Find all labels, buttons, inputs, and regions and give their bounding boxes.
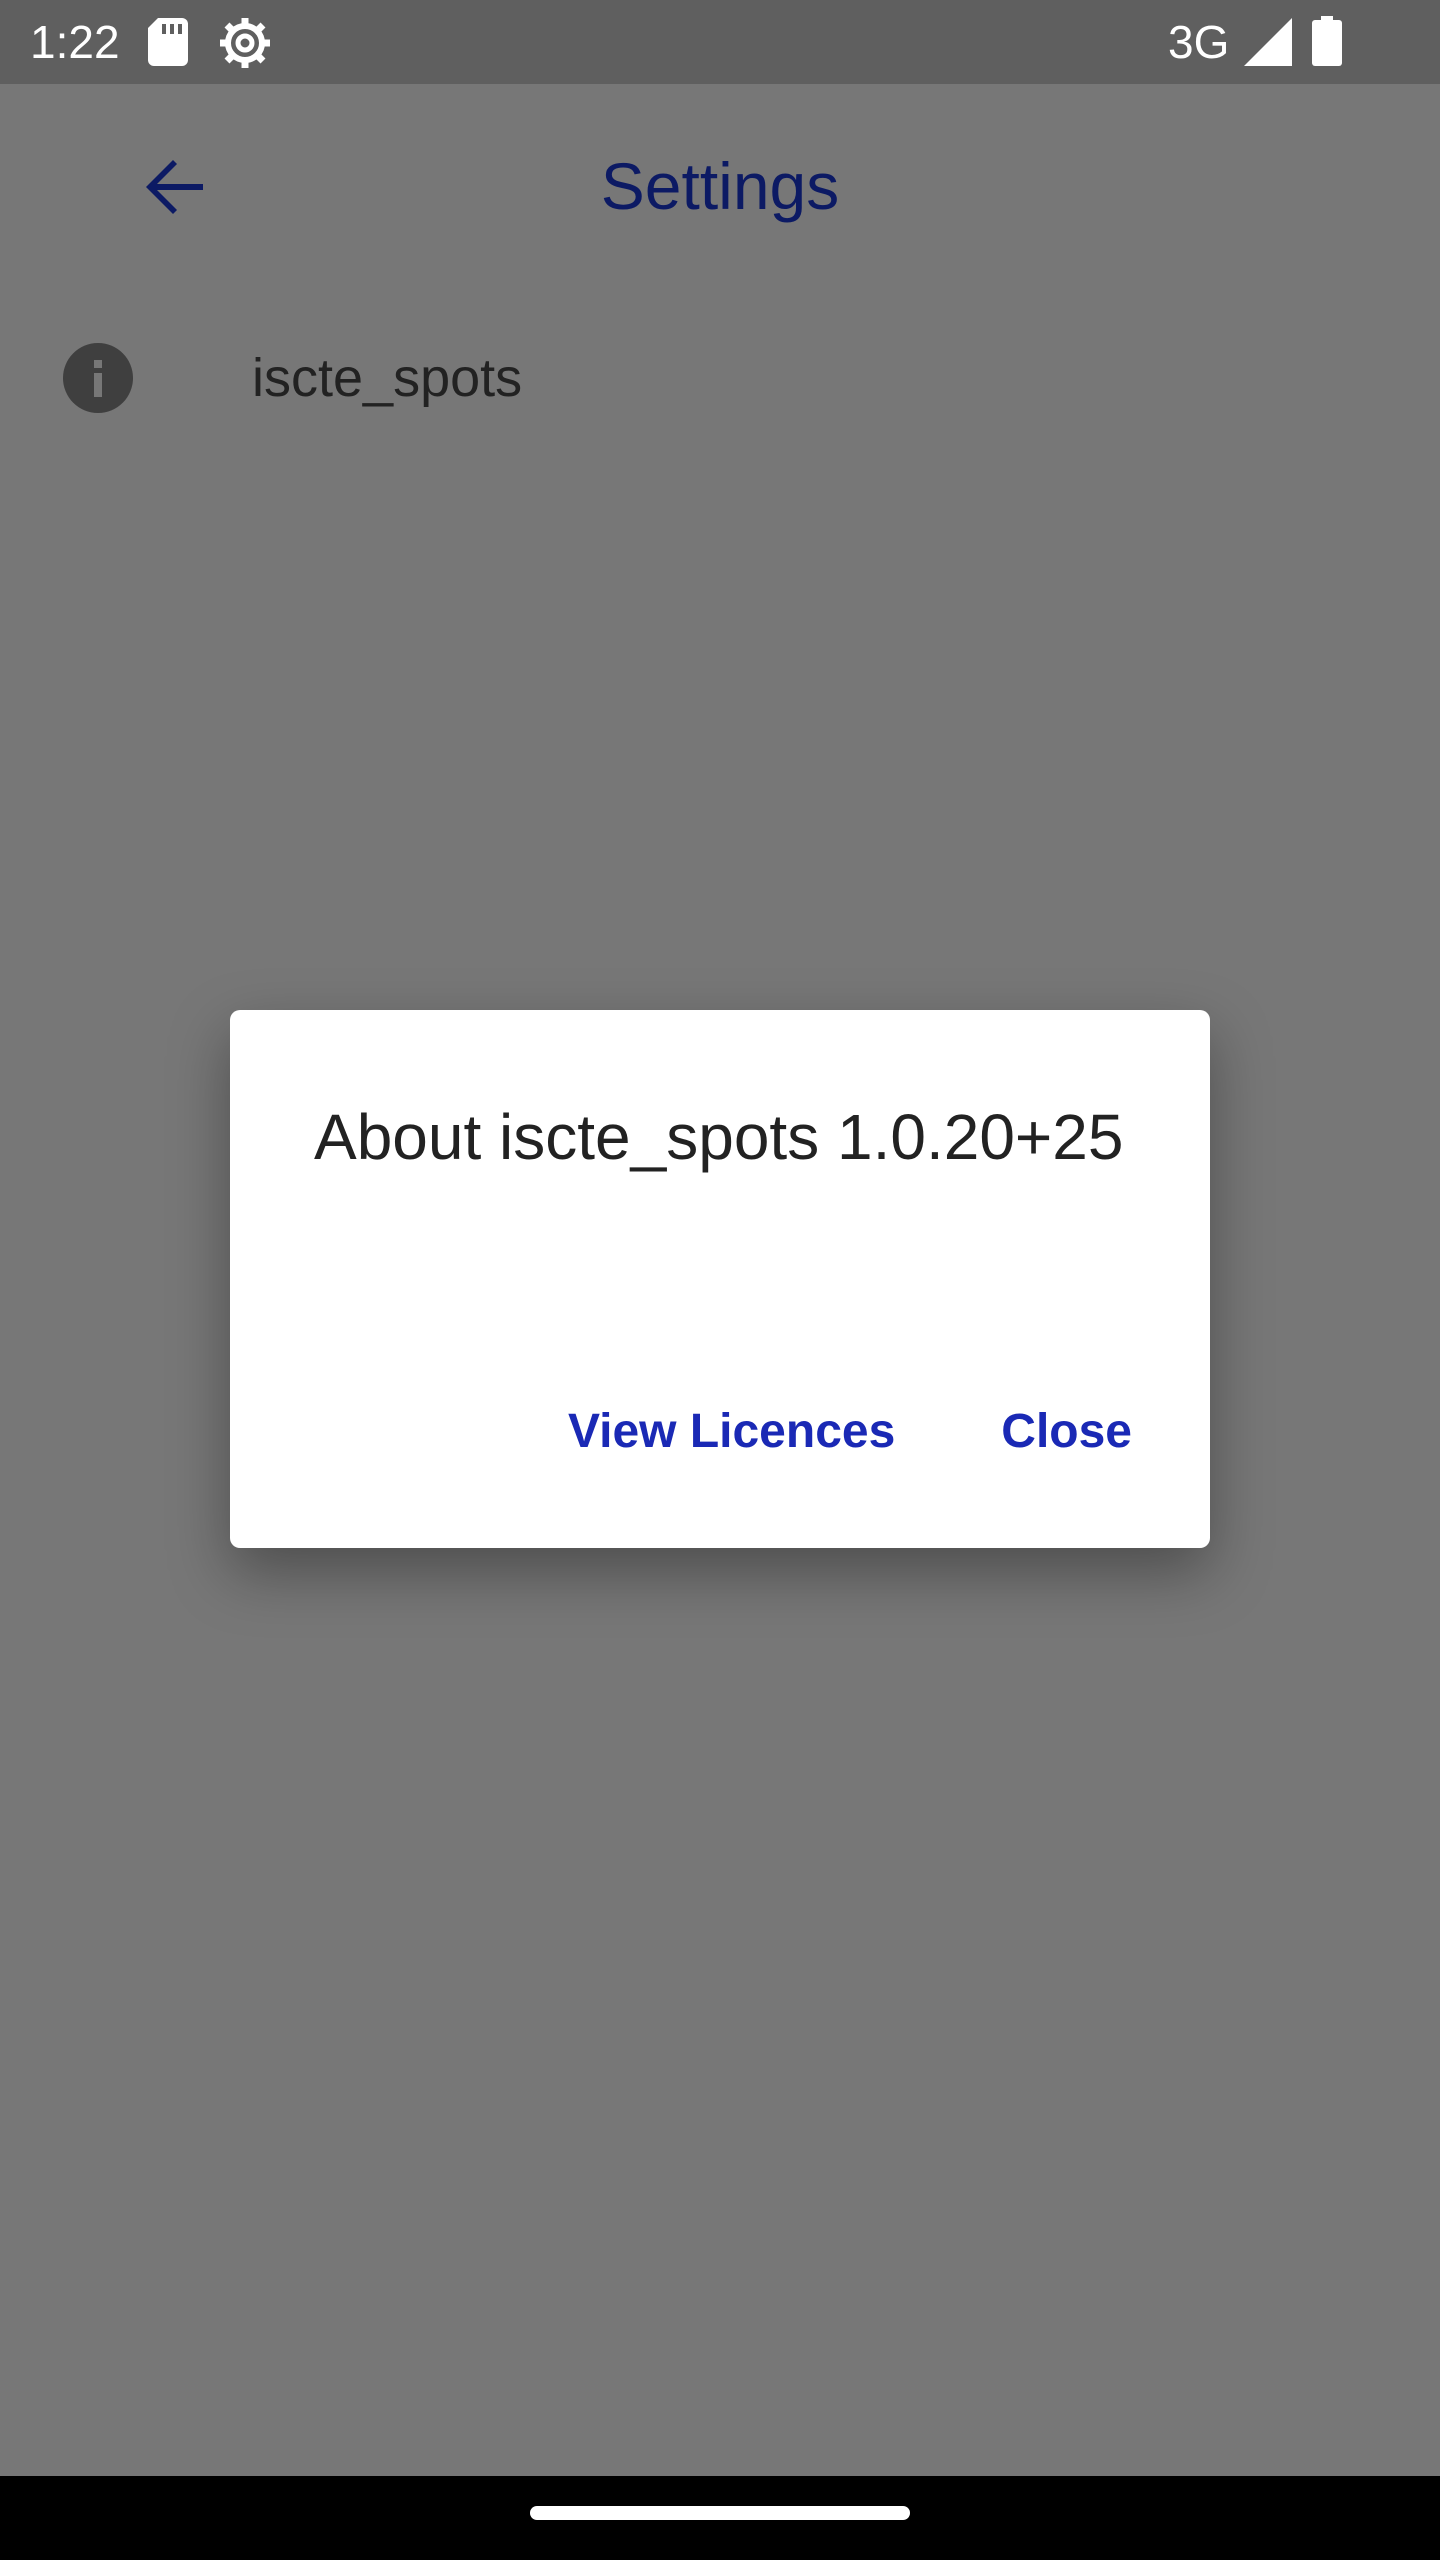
status-time: 1:22 xyxy=(30,16,120,68)
gear-icon xyxy=(220,18,270,68)
sd-card-icon xyxy=(148,18,188,66)
status-bar: 1:22 3G xyxy=(0,0,1440,84)
close-button[interactable]: Close xyxy=(1001,1400,1132,1464)
about-dialog: About iscte_spots 1.0.20+25 View Licence… xyxy=(230,1010,1210,1548)
dialog-actions: View Licences Close xyxy=(568,1400,1132,1464)
home-gesture-handle[interactable] xyxy=(530,2506,910,2520)
page-title: Settings xyxy=(600,149,840,223)
dialog-title: About iscte_spots 1.0.20+25 xyxy=(314,1101,1124,1173)
view-licences-button[interactable]: View Licences xyxy=(568,1400,895,1464)
navigation-bar xyxy=(0,2476,1440,2560)
screen: 1:22 3G Settings iscte_spots About iscte… xyxy=(0,0,1440,2560)
battery-icon xyxy=(1312,16,1342,66)
app-bar: Settings xyxy=(0,84,1440,280)
network-type-label: 3G xyxy=(1168,16,1230,68)
settings-item-label: iscte_spots xyxy=(252,348,523,408)
signal-icon xyxy=(1244,18,1292,66)
info-icon xyxy=(63,343,133,413)
